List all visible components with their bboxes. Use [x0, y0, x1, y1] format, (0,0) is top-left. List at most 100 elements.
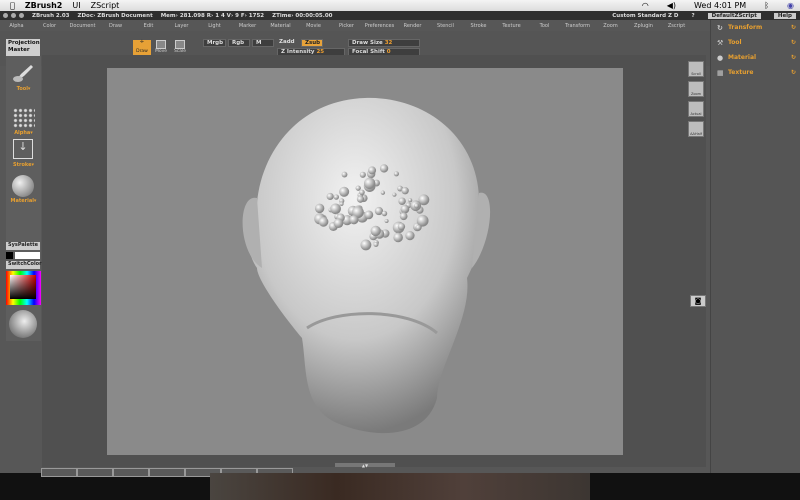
bump	[360, 239, 372, 251]
menu-stroke[interactable]: Stroke	[462, 23, 495, 29]
bump	[392, 192, 397, 197]
reset-icon[interactable]: ↻	[791, 69, 796, 76]
menu-transform[interactable]: Transform	[561, 23, 594, 29]
menu-movie[interactable]: Movie	[297, 23, 330, 29]
menu-material[interactable]: Material	[264, 23, 297, 29]
menu-tool[interactable]: Tool	[528, 23, 561, 29]
switchcolor-button[interactable]: SwitchColor	[6, 261, 42, 269]
menu-zscript[interactable]: Zscript	[660, 23, 693, 29]
menu-zoom[interactable]: Zoom	[594, 23, 627, 29]
material-button[interactable]: Material▾	[6, 198, 41, 204]
reset-icon[interactable]: ↻	[791, 24, 796, 31]
syspalette-button[interactable]: SysPalette	[6, 242, 40, 250]
menu-layer[interactable]: Layer	[165, 23, 198, 29]
menu-render[interactable]: Render	[396, 23, 429, 29]
reset-icon[interactable]: ↻	[791, 39, 796, 46]
scroll-button[interactable]: Scroll	[688, 61, 704, 77]
desktop-background	[210, 473, 590, 500]
spotlight-icon[interactable]: ◉	[787, 1, 794, 10]
tray-item-tool[interactable]: ⚒ Tool ↻	[711, 35, 800, 50]
bump	[326, 192, 334, 201]
bump	[393, 232, 403, 243]
menu-zplugin[interactable]: Zplugin	[627, 23, 660, 29]
tray-item-transform[interactable]: ↻ Transform ↻	[711, 20, 800, 35]
aahalf-button[interactable]: AAHalf	[688, 121, 704, 137]
menu-edit[interactable]: Edit	[132, 23, 165, 29]
alpha-button[interactable]: Alpha▾	[6, 130, 41, 136]
brush-icon[interactable]	[11, 62, 35, 84]
clock[interactable]: Wed 4:01 PM	[694, 1, 746, 10]
tray-item-material[interactable]: ● Material ↻	[711, 50, 800, 65]
document-canvas[interactable]	[107, 68, 623, 455]
reset-icon[interactable]: ↻	[791, 54, 796, 61]
actual-button[interactable]: Actual	[688, 101, 704, 117]
bump	[333, 218, 344, 228]
bump	[370, 225, 381, 237]
rgb-button[interactable]: Rgb	[228, 39, 250, 47]
menu-preferences[interactable]: Preferences	[363, 23, 396, 29]
stroke-button[interactable]: Stroke▾	[6, 162, 41, 168]
bottom-tab[interactable]	[113, 468, 149, 477]
bump	[349, 215, 359, 225]
transform-icon: ↻	[717, 23, 723, 32]
menu-zscript[interactable]: ZScript	[91, 1, 120, 10]
bump	[364, 210, 374, 220]
menu-texture[interactable]: Texture	[495, 23, 528, 29]
help-question[interactable]: ?	[691, 13, 694, 19]
app-version: ZBrush 2.03	[32, 12, 70, 19]
menu-app[interactable]: ZBrush2	[25, 1, 63, 10]
zoom-button[interactable]: Zoom	[688, 81, 704, 97]
bottom-tab[interactable]	[77, 468, 113, 477]
tool-icon: ⚒	[717, 38, 724, 47]
tray-item-label: Transform	[728, 24, 763, 31]
bump	[400, 204, 410, 214]
close-button[interactable]	[3, 13, 8, 18]
material-sphere-icon[interactable]	[12, 175, 34, 197]
apple-icon[interactable]: 	[10, 1, 15, 10]
projection-master-button[interactable]: Projection Master	[6, 39, 40, 56]
bluetooth-icon[interactable]: ᛒ	[764, 1, 769, 10]
color-preview-sphere	[9, 310, 37, 338]
menu-marker[interactable]: Marker	[231, 23, 264, 29]
bump	[339, 201, 344, 206]
bump	[405, 230, 415, 241]
tool-button[interactable]: Tool▾	[6, 86, 41, 92]
tray-toggle[interactable]: ▲▼	[335, 463, 395, 468]
zoom-button[interactable]	[19, 13, 24, 18]
bump	[363, 177, 376, 190]
layout-selector[interactable]: Custom Standard Z D	[612, 13, 678, 19]
bottom-tab[interactable]	[41, 468, 77, 477]
default-zscript-button[interactable]: DefaultZScript	[707, 12, 761, 19]
menu-picker[interactable]: Picker	[330, 23, 363, 29]
wifi-icon[interactable]: ◠	[642, 1, 649, 10]
m-button[interactable]: M	[252, 39, 274, 47]
bump	[415, 224, 422, 231]
menu-alpha[interactable]: Alpha	[0, 23, 33, 29]
menu-light[interactable]: Light	[198, 23, 231, 29]
camera-icon[interactable]: ◙	[690, 295, 706, 307]
secondary-color-swatch[interactable]	[6, 252, 13, 259]
stroke-icon[interactable]: ↓	[13, 139, 33, 159]
main-color-swatch[interactable]	[15, 252, 40, 259]
bump	[373, 241, 379, 248]
menu-draw[interactable]: Draw	[99, 23, 132, 29]
zsub-button[interactable]: Zsub	[301, 39, 323, 47]
alpha-icon[interactable]	[13, 108, 35, 128]
tray-item-texture[interactable]: ▦ Texture ↻	[711, 65, 800, 80]
minimize-button[interactable]	[11, 13, 16, 18]
draw-size-slider[interactable]: Draw Size 32	[348, 39, 420, 47]
help-button[interactable]: Help	[773, 12, 796, 19]
menu-color[interactable]: Color	[33, 23, 66, 29]
tray-item-label: Texture	[728, 69, 754, 76]
texture-icon: ▦	[717, 68, 724, 77]
menu-document[interactable]: Document	[66, 23, 99, 29]
bump	[397, 222, 406, 231]
menu-ui[interactable]: UI	[72, 1, 80, 10]
volume-icon[interactable]: ◀)	[667, 1, 676, 10]
bump	[339, 186, 350, 197]
zadd-button[interactable]: Zadd	[276, 39, 300, 47]
bottom-tab[interactable]	[149, 468, 185, 477]
menu-stencil[interactable]: Stencil	[429, 23, 462, 29]
color-picker[interactable]	[6, 271, 41, 305]
mrgb-button[interactable]: Mrgb	[203, 39, 226, 47]
